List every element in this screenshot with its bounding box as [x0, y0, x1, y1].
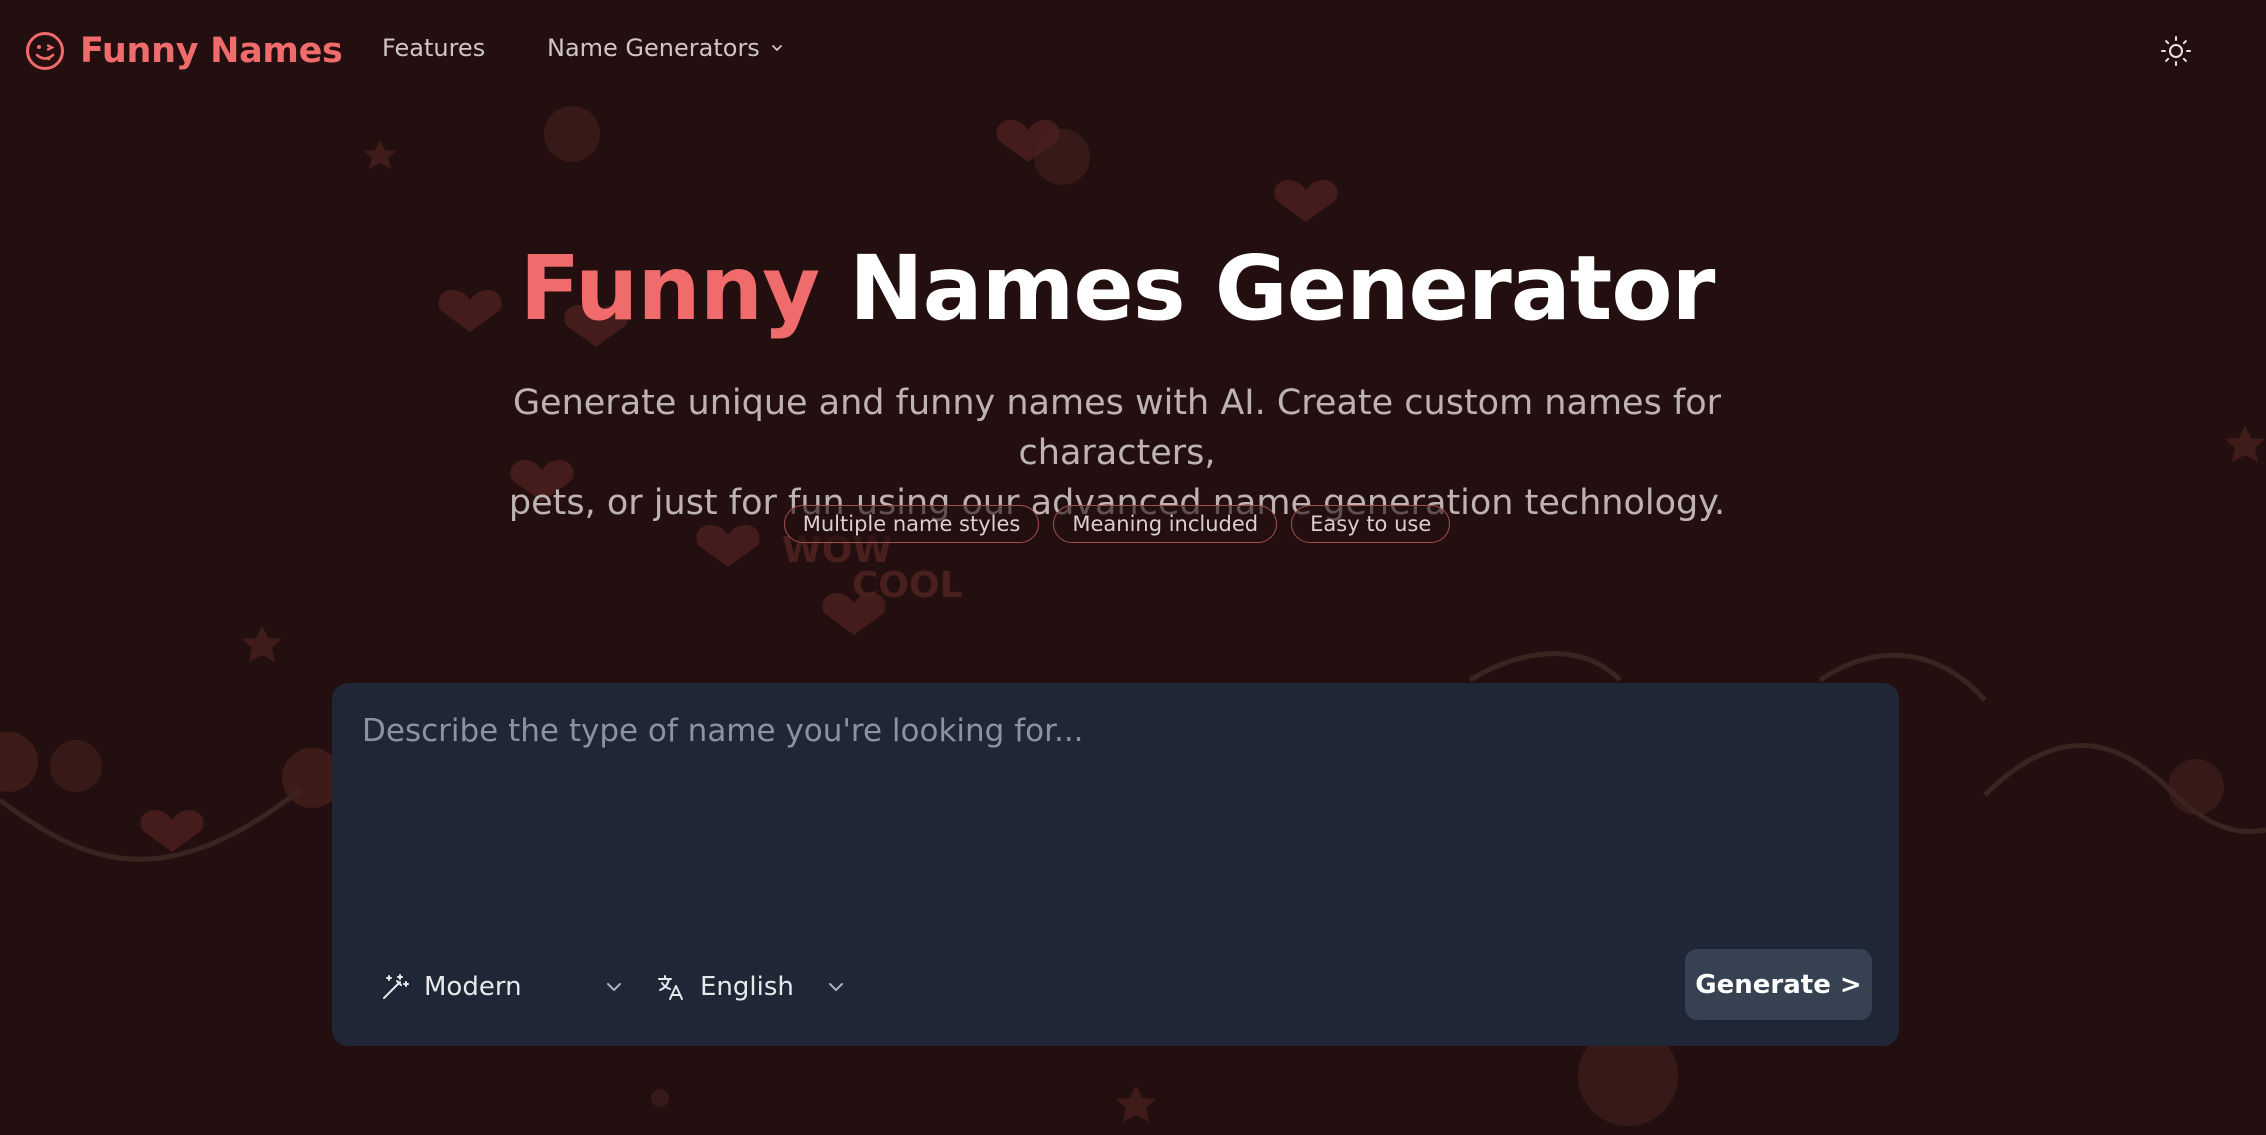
- chevron-down-icon: [604, 977, 624, 997]
- language-select[interactable]: English: [656, 963, 846, 1011]
- nav-name-generators-label: Name Generators: [547, 34, 760, 62]
- tag-easy-to-use: Easy to use: [1291, 505, 1451, 543]
- theme-toggle-button[interactable]: [2158, 33, 2194, 69]
- brand-home-link[interactable]: Funny Names: [24, 28, 343, 74]
- tag-multiple-name-styles: Multiple name styles: [783, 505, 1040, 543]
- translate-icon: [656, 972, 686, 1002]
- feature-tags: Multiple name styles Meaning included Ea…: [0, 505, 2234, 543]
- prompt-input[interactable]: [360, 709, 1860, 889]
- nav-features[interactable]: Features: [382, 34, 485, 62]
- smiley-icon: [24, 30, 66, 72]
- magic-wand-icon: [380, 972, 410, 1002]
- brand-name: Funny Names: [80, 31, 343, 71]
- decor-word-cool: COOL: [852, 565, 963, 606]
- generate-button[interactable]: Generate >: [1685, 949, 1872, 1020]
- hero-subtitle-line-1: Generate unique and funny names with AI.…: [512, 383, 1722, 473]
- top-navigation: Funny Names Features Name Generators: [0, 0, 2266, 104]
- style-select-value: Modern: [424, 972, 522, 1002]
- page-title-rest: Names Generator: [849, 236, 1715, 340]
- page-title: Funny Names Generator: [0, 236, 2234, 340]
- nav-name-generators-dropdown[interactable]: Name Generators: [547, 34, 784, 62]
- nav-features-label: Features: [382, 34, 486, 62]
- style-select[interactable]: Modern: [380, 963, 624, 1011]
- chevron-down-icon: [770, 41, 784, 55]
- chevron-down-icon: [826, 977, 846, 997]
- name-generator-card: Modern: [332, 683, 1899, 1046]
- page: WOW COOL Funny Names Features Name Gener…: [0, 0, 2266, 1135]
- language-select-value: English: [700, 972, 794, 1002]
- sun-icon: [2159, 34, 2193, 68]
- page-title-accent: Funny: [519, 236, 820, 340]
- tag-meaning-included: Meaning included: [1053, 505, 1278, 543]
